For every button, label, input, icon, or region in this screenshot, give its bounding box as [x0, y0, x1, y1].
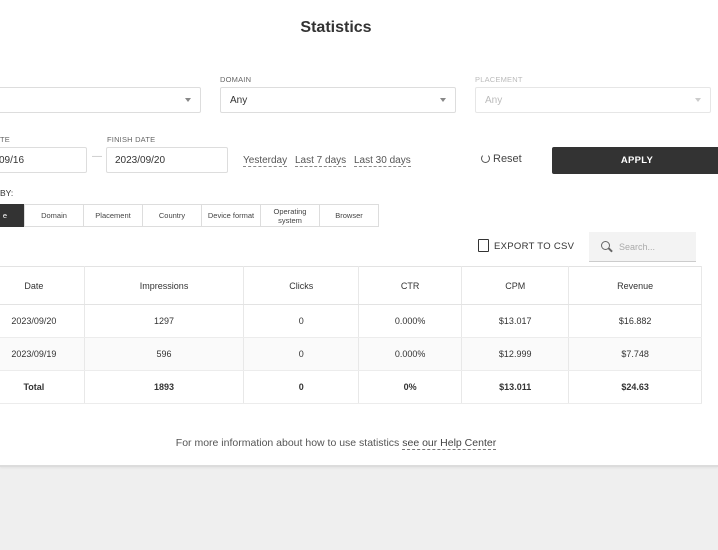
chevron-down-icon [185, 98, 191, 102]
help-note-text: For more information about how to use st… [175, 437, 403, 449]
table-cell-date: 2023/09/19 [0, 337, 85, 371]
table-cell-impressions: 1297 [84, 304, 245, 338]
quick-range-yesterday[interactable]: Yesterday [243, 155, 288, 167]
placement-label: PLACEMENT [475, 75, 523, 84]
table-cell-clicks: 0 [243, 337, 360, 371]
column-header-clicks[interactable]: Clicks [243, 266, 360, 305]
help-center-link[interactable]: see our Help Center [402, 437, 497, 450]
column-header-cpm[interactable]: CPM [461, 266, 570, 305]
reset-label: Reset [493, 153, 522, 165]
table-row: 2023/09/20 1297 0 0.000% $13.017 $16.882 [0, 304, 702, 338]
export-csv-button[interactable]: EXPORT TO CSV [478, 239, 575, 253]
finish-date-label: FINISH DATE [107, 135, 156, 144]
tab-country[interactable]: Country [142, 204, 202, 227]
total-clicks: 0 [243, 370, 360, 404]
finish-date-value: 2023/09/20 [115, 155, 166, 166]
quick-range-last-7-days[interactable]: Last 7 days [295, 155, 347, 167]
domain-select[interactable]: Any [220, 87, 456, 113]
column-header-impressions[interactable]: Impressions [84, 266, 245, 305]
quick-range-last-30-days[interactable]: Last 30 days [354, 155, 411, 167]
tab-operating-system[interactable]: Operating system [260, 204, 320, 227]
table-cell-clicks: 0 [243, 304, 360, 338]
tab-device-format[interactable]: Device format [201, 204, 261, 227]
placement-select: Any [475, 87, 711, 113]
table-cell-cpm: $12.999 [461, 337, 570, 371]
tab-placement[interactable]: Placement [83, 204, 143, 227]
table-cell-ctr: 0.000% [358, 337, 463, 371]
chevron-down-icon [440, 98, 446, 102]
column-header-date[interactable]: Date [0, 266, 85, 305]
finish-date-input[interactable]: 2023/09/20 [106, 147, 228, 173]
table-cell-ctr: 0.000% [358, 304, 463, 338]
domain-label: DOMAIN [220, 75, 252, 84]
search-icon [601, 241, 610, 250]
start-date-label: TE [0, 135, 10, 144]
apply-button[interactable]: APPLY [552, 147, 718, 174]
table-total-row: Total 1893 0 0% $13.011 $24.63 [0, 370, 702, 404]
table-cell-cpm: $13.017 [461, 304, 570, 338]
table-header-row: Date Impressions Clicks CTR CPM Revenue [0, 266, 702, 305]
search-input[interactable]: Search... [589, 232, 696, 262]
domain-value: Any [230, 95, 248, 106]
table-cell-revenue: $7.748 [568, 337, 702, 371]
tab-date[interactable]: e [0, 204, 25, 227]
reset-button[interactable]: Reset [481, 153, 522, 165]
first-filter-select[interactable] [0, 87, 201, 113]
statistics-panel: Statistics DOMAIN Any PLACEMENT Any TE 0… [0, 0, 718, 467]
table-cell-date: 2023/09/20 [0, 304, 85, 338]
total-impressions: 1893 [84, 370, 245, 404]
start-date-input[interactable]: 09/16 [0, 147, 87, 173]
export-label: EXPORT TO CSV [494, 241, 575, 253]
group-by-label: BY: [0, 188, 14, 198]
total-revenue: $24.63 [568, 370, 702, 404]
total-cpm: $13.011 [461, 370, 570, 404]
date-range-separator: — [92, 151, 102, 162]
help-note: For more information about how to use st… [0, 437, 672, 450]
export-file-icon [478, 239, 489, 252]
column-header-ctr[interactable]: CTR [358, 266, 463, 305]
column-header-revenue[interactable]: Revenue [568, 266, 702, 305]
start-date-value: 09/16 [0, 155, 25, 166]
placement-value: Any [485, 95, 503, 106]
chevron-down-icon [695, 98, 701, 102]
table-cell-impressions: 596 [84, 337, 245, 371]
total-ctr: 0% [358, 370, 463, 404]
table-cell-revenue: $16.882 [568, 304, 702, 338]
page-title: Statistics [300, 19, 372, 36]
reset-icon [481, 154, 490, 163]
search-placeholder: Search... [619, 242, 656, 252]
group-by-tabs: e Domain Placement Country Device format… [0, 204, 379, 227]
table-row: 2023/09/19 596 0 0.000% $12.999 $7.748 [0, 337, 702, 371]
total-label: Total [0, 370, 85, 404]
tab-browser[interactable]: Browser [319, 204, 379, 227]
tab-domain[interactable]: Domain [24, 204, 84, 227]
statistics-table: Date Impressions Clicks CTR CPM Revenue … [0, 266, 702, 404]
